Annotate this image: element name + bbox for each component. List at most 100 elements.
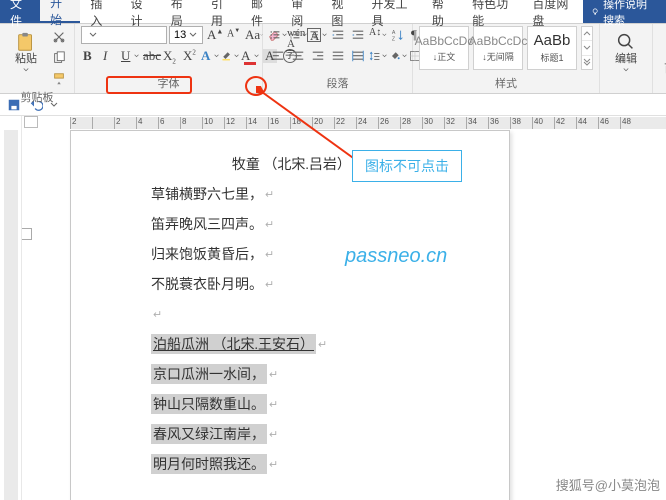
align-justify-button[interactable]	[329, 47, 347, 65]
copy-button[interactable]	[50, 49, 68, 67]
copy-icon	[52, 51, 66, 65]
annotation-callout: 图标不可点击	[352, 150, 462, 182]
font-color-button[interactable]: A	[241, 47, 259, 65]
cut-button[interactable]	[50, 28, 68, 46]
tell-me-search[interactable]: 操作说明搜索	[583, 0, 666, 23]
align-center-icon	[291, 49, 305, 63]
align-left-button[interactable]	[269, 47, 287, 65]
outdent-icon	[331, 28, 345, 42]
highlight-icon	[221, 49, 233, 63]
poem1-line1: 草铺横野六七里，↵	[151, 179, 443, 209]
distributed-button[interactable]	[349, 47, 367, 65]
paste-icon	[15, 31, 37, 53]
superscript-button[interactable]: X2	[181, 47, 199, 65]
save-group-label: 保存	[659, 78, 666, 97]
save-to-cloud-button[interactable]: 保存到 百度网盘	[659, 26, 666, 78]
tab-references[interactable]: 引用	[201, 0, 241, 23]
multilevel-list-button[interactable]	[309, 26, 327, 44]
strikethrough-button[interactable]: abc	[141, 47, 159, 65]
style-normal[interactable]: AaBbCcDc↓正文	[419, 26, 469, 70]
tab-design[interactable]: 设计	[121, 0, 161, 23]
svg-text:A: A	[392, 30, 396, 36]
increase-indent-button[interactable]	[349, 26, 367, 44]
subscript-icon: X2	[163, 49, 177, 63]
tab-baidu[interactable]: 百度网盘	[522, 0, 582, 23]
tab-insert[interactable]: 插入	[80, 0, 120, 23]
strike-icon: abc	[143, 49, 157, 63]
chevron-down-icon	[22, 67, 30, 73]
cut-icon	[52, 30, 66, 44]
quick-access-toolbar	[0, 94, 666, 116]
sort-button[interactable]: AZ	[389, 26, 407, 44]
group-styles: AaBbCcDc↓正文 AaBbCcDc↓无间隔 AaBb标题1 样式	[413, 24, 600, 93]
bullets-button[interactable]	[269, 26, 287, 44]
align-right-button[interactable]	[309, 47, 327, 65]
numbering-icon: 123	[289, 28, 301, 42]
blank-line: ↵	[151, 299, 443, 329]
find-icon	[615, 31, 637, 53]
multilevel-icon	[309, 28, 321, 42]
align-center-button[interactable]	[289, 47, 307, 65]
vertical-ruler[interactable]	[0, 116, 22, 500]
subscript-button[interactable]: X2	[161, 47, 179, 65]
tab-view[interactable]: 视图	[321, 0, 361, 23]
style-nospacing[interactable]: AaBbCcDc↓无间隔	[473, 26, 523, 70]
group-editing: 编辑	[600, 24, 653, 93]
underline-button[interactable]: U	[121, 47, 139, 65]
styles-group-label: 样式	[419, 74, 593, 93]
align-justify-icon	[331, 49, 345, 63]
numbering-button[interactable]: 123	[289, 26, 307, 44]
shading-button[interactable]	[389, 47, 407, 65]
format-painter-button[interactable]	[50, 70, 68, 88]
line-spacing-button[interactable]	[369, 47, 387, 65]
bold-button[interactable]: B	[81, 47, 99, 65]
svg-text:Z: Z	[392, 36, 396, 42]
tab-features[interactable]: 特色功能	[462, 0, 522, 23]
decrease-indent-button[interactable]	[329, 26, 347, 44]
text-dir-icon: A↕	[369, 28, 381, 42]
change-case-button[interactable]: Aa	[245, 26, 263, 44]
poem2-line1: 京口瓜洲一水间，↵	[151, 359, 443, 389]
align-right-icon	[311, 49, 325, 63]
bucket-icon	[389, 49, 401, 63]
poem1-line3: 归来饱饭黄昏后，↵	[151, 239, 443, 269]
tab-selector[interactable]	[24, 116, 38, 128]
superscript-icon: X2	[183, 49, 197, 63]
poem2-line2: 钟山只隔数重山。↵	[151, 389, 443, 419]
clipboard-group-label: 剪贴板	[6, 88, 68, 107]
horizontal-ruler[interactable]: 2246810121416182022242628303234363840424…	[22, 116, 666, 130]
paste-button[interactable]: 粘贴	[6, 26, 46, 78]
tab-file[interactable]: 文件	[0, 0, 40, 23]
text-effects-icon: A	[201, 49, 213, 63]
tab-devtools[interactable]: 开发工具	[362, 0, 422, 23]
tab-layout[interactable]: 布局	[161, 0, 201, 23]
chevron-up-icon	[583, 30, 591, 38]
style-heading1[interactable]: AaBb标题1	[527, 26, 577, 70]
group-font: 13 A▲ A▼ Aa wénA A B I U abc X2 X2 A A A…	[75, 24, 263, 93]
font-family-combo[interactable]	[81, 26, 167, 44]
grow-font-button[interactable]: A▲	[205, 26, 223, 44]
document-page[interactable]: 牧童 （北宋.吕岩）↵ 草铺横野六七里，↵ 笛弄晚风三四声。↵ 归来饱饭黄昏后，…	[70, 130, 510, 500]
text-effects-button[interactable]: A	[201, 47, 219, 65]
chevron-down-icon	[89, 31, 97, 39]
poem2-line3: 春风又绿江南岸，↵	[151, 419, 443, 449]
group-clipboard: 粘贴 剪贴板	[0, 24, 75, 93]
tab-review[interactable]: 审阅	[281, 0, 321, 23]
font-size-combo[interactable]: 13	[169, 26, 203, 44]
underline-icon: U	[121, 49, 133, 63]
tab-mailings[interactable]: 邮件	[241, 0, 281, 23]
group-save: 保存到 百度网盘 保存	[653, 24, 666, 93]
editing-button[interactable]: 编辑	[606, 26, 646, 78]
more-icon	[583, 58, 591, 66]
styles-scroll[interactable]	[581, 26, 593, 70]
text-direction-button[interactable]: A↕	[369, 26, 387, 44]
highlight-button[interactable]	[221, 47, 239, 65]
tab-home[interactable]: 开始	[40, 0, 80, 23]
svg-text:3: 3	[290, 36, 292, 40]
paragraph-group-label: 段落	[269, 74, 406, 93]
shrink-font-button[interactable]: A▼	[225, 26, 243, 44]
italic-button[interactable]: I	[101, 47, 119, 65]
tab-help[interactable]: 帮助	[422, 0, 462, 23]
line-spacing-icon	[369, 49, 381, 63]
poem2-title: 泊船瓜洲 （北宋.王安石）↵	[151, 329, 443, 359]
